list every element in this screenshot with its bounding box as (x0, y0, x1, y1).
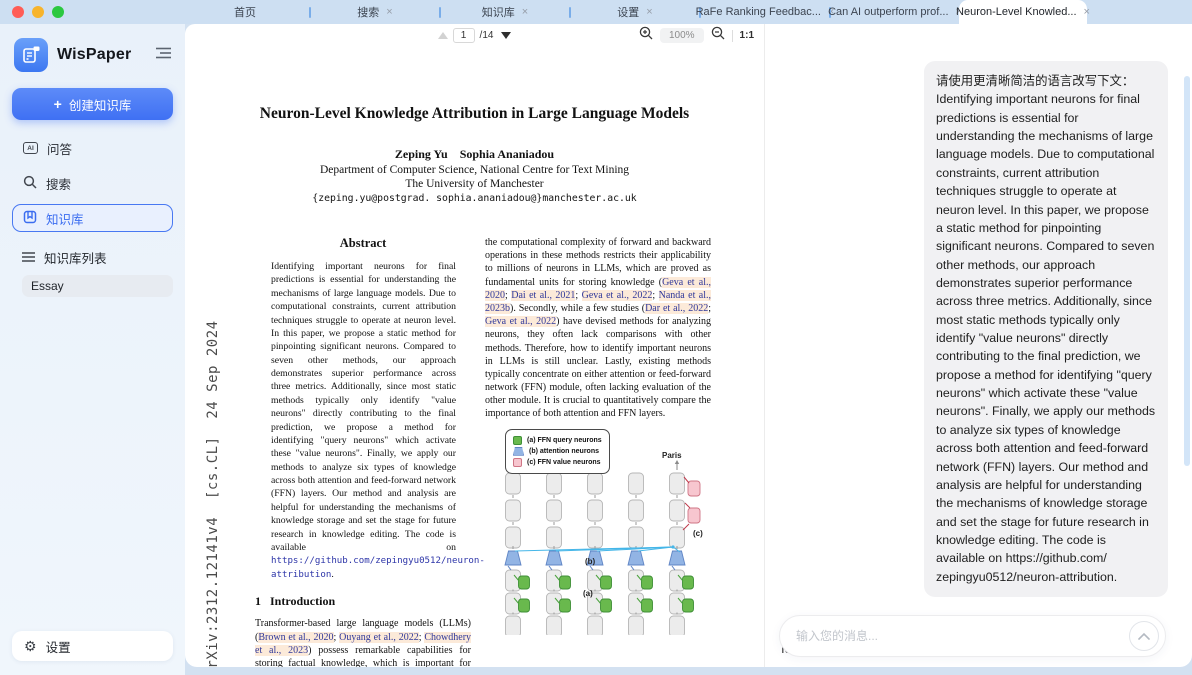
actual-size-button[interactable]: 1:1 (740, 30, 754, 41)
chat-scrollbar-thumb[interactable] (1184, 76, 1190, 466)
paper-affiliation: The University of Manchester (185, 178, 764, 190)
attention-neuron-swatch (513, 447, 524, 456)
close-tab-icon[interactable]: × (522, 7, 528, 18)
pdf-toolbar: /14 100% 1:1 (185, 24, 764, 47)
abstract-text: Identifying important neurons for final … (255, 260, 471, 581)
close-tab-icon[interactable]: × (646, 7, 652, 18)
qa-chat-icon: AI (23, 142, 38, 154)
minimize-window-button[interactable] (32, 6, 44, 18)
settings-button[interactable]: ⚙ 设置 (12, 631, 173, 661)
tab-neuron-paper-active[interactable]: Neuron-Level Knowled...× (959, 0, 1087, 24)
page-number-input[interactable] (453, 28, 475, 43)
value-neuron-swatch (513, 458, 522, 467)
figure-label-c: (c) (693, 529, 703, 538)
window-controls (12, 6, 64, 18)
tab-can-ai-paper[interactable]: Can AI outperform prof...× (831, 0, 959, 24)
collapse-sidebar-icon[interactable] (156, 46, 171, 64)
page-down-icon[interactable] (501, 32, 511, 39)
paper-affiliation: Department of Computer Science, National… (185, 164, 764, 176)
tab-rafe-paper[interactable]: RaFe Ranking Feedbac...× (701, 0, 829, 24)
chat-input-bar (779, 615, 1166, 657)
zoom-out-icon[interactable] (711, 26, 725, 45)
gear-icon: ⚙ (24, 639, 37, 653)
paper-authors: Zeping Yu Sophia Ananiadou (185, 147, 764, 162)
app-title: WisPaper (57, 46, 131, 64)
introduction-text: Transformer-based large language models … (255, 617, 471, 667)
section-heading: 1 Introduction (255, 594, 471, 609)
paper-title: Neuron-Level Knowledge Attribution in La… (185, 105, 764, 123)
user-message-bubble: 请使用更清晰简洁的语言改写下文：Identifying important ne… (924, 61, 1168, 597)
column2-text: the computational complexity of forward … (485, 236, 711, 421)
book-icon (23, 210, 37, 227)
knowledge-base-item-essay[interactable]: Essay (22, 275, 173, 297)
toolbar-divider (732, 30, 733, 42)
plus-icon: + (54, 97, 62, 111)
arxiv-watermark: arXiv:2312.12141v4 [cs.CL] 24 Sep 2024 (205, 287, 221, 667)
query-neuron-swatch (513, 436, 522, 445)
page-total-label: /14 (480, 30, 494, 41)
tab-home[interactable]: 首页 (181, 0, 309, 24)
figure-label-a: (a) (583, 589, 593, 598)
figure-label-b: (b) (585, 557, 595, 566)
create-knowledge-base-button[interactable]: + 创建知识库 (12, 88, 173, 120)
pdf-viewer-panel: /14 100% 1:1 arXiv:2312.12141v4 [cs.CL] … (185, 24, 765, 667)
sidebar-item-knowledge-base[interactable]: 知识库 (12, 204, 173, 232)
close-window-button[interactable] (12, 6, 24, 18)
wispaper-logo-icon (14, 38, 48, 72)
tab-bar: 首页 搜索× 知识库× 设置× RaFe Ranking Feedbac...×… (181, 0, 1087, 24)
chat-panel: ... 请使用更清晰简洁的语言改写下文 请使用更清晰简洁的语言改写下文：Iden… (765, 24, 1192, 667)
list-icon (22, 251, 35, 265)
titlebar: 首页 搜索× 知识库× 设置× RaFe Ranking Feedbac...×… (0, 0, 1192, 24)
zoom-in-icon[interactable] (639, 26, 653, 45)
figure-legend: (a) FFN query neurons (b) attention neur… (505, 429, 610, 474)
chevron-up-icon (1138, 632, 1150, 640)
tab-search[interactable]: 搜索× (311, 0, 439, 24)
zoom-level-label: 100% (660, 28, 704, 43)
close-tab-icon[interactable]: × (386, 7, 392, 18)
close-tab-icon[interactable]: × (1084, 7, 1090, 18)
send-button[interactable] (1129, 621, 1159, 651)
search-icon (23, 175, 37, 192)
sidebar-item-qa[interactable]: AI 问答 (12, 134, 173, 162)
tab-settings[interactable]: 设置× (571, 0, 699, 24)
knowledge-base-list-header[interactable]: 知识库列表 (12, 248, 173, 267)
page-up-icon[interactable] (438, 32, 448, 39)
zoom-window-button[interactable] (52, 6, 64, 18)
paper-email: {zeping.yu@postgrad. sophia.ananiadou@}m… (185, 193, 764, 204)
tab-knowledge-base[interactable]: 知识库× (441, 0, 569, 24)
abstract-heading: Abstract (255, 236, 471, 251)
sidebar: WisPaper + 创建知识库 AI 问答 搜索 知识库 知识库列表 Essa… (0, 24, 185, 675)
chat-input[interactable] (796, 629, 1129, 643)
figure-paris-label: Paris (662, 451, 682, 460)
figure-1: (a) FFN query neurons (b) attention neur… (499, 429, 721, 635)
pdf-page: arXiv:2312.12141v4 [cs.CL] 24 Sep 2024 N… (185, 47, 764, 667)
sidebar-item-search[interactable]: 搜索 (12, 169, 173, 197)
